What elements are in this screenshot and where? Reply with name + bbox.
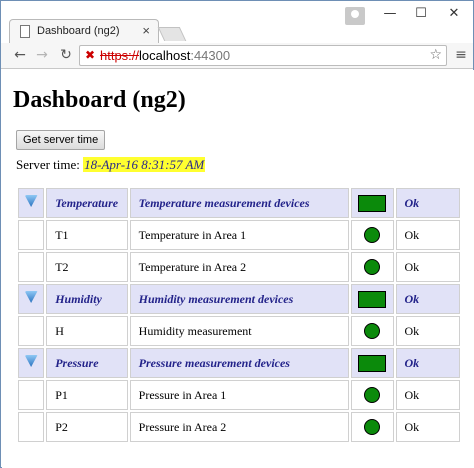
group-row-pressure: Pressure Pressure measurement devices Ok bbox=[18, 348, 460, 378]
group-status-indicator bbox=[351, 284, 394, 314]
tab-title: Dashboard (ng2) bbox=[37, 25, 120, 37]
device-status: Ok bbox=[395, 316, 460, 346]
new-tab-button[interactable] bbox=[157, 27, 187, 41]
status-rectangle bbox=[358, 354, 387, 372]
device-row: P2 Pressure in Area 2 Ok bbox=[18, 412, 460, 442]
tab-strip: Dashboard (ng2) × — ☐ ✕ bbox=[1, 1, 473, 43]
group-name: Temperature bbox=[46, 188, 128, 218]
group-row-humidity: Humidity Humidity measurement devices Ok bbox=[18, 284, 460, 314]
server-time-label: Server time: bbox=[16, 157, 80, 172]
browser-toolbar: ← → ↻ ✖ https://localhost:44300 ☆ ≡ bbox=[1, 43, 473, 69]
collapse-triangle-icon[interactable] bbox=[24, 195, 38, 207]
group-row-temperature: Temperature Temperature measurement devi… bbox=[18, 188, 460, 218]
device-status: Ok bbox=[395, 412, 460, 442]
device-status-indicator bbox=[351, 316, 394, 346]
collapse-triangle-icon[interactable] bbox=[24, 355, 38, 367]
device-id: P1 bbox=[46, 380, 128, 410]
device-status: Ok bbox=[395, 252, 460, 282]
url-host: localhost bbox=[139, 48, 191, 63]
url-port: :44300 bbox=[190, 48, 231, 63]
device-description: Pressure in Area 2 bbox=[129, 412, 350, 442]
device-description: Pressure in Area 1 bbox=[129, 380, 350, 410]
status-rectangle bbox=[358, 290, 387, 308]
server-time-value: 18-Apr-16 8:31:57 AM bbox=[83, 157, 206, 172]
group-description: Pressure measurement devices bbox=[129, 348, 350, 378]
device-id: H bbox=[46, 316, 128, 346]
group-status-indicator bbox=[351, 188, 394, 218]
toggle-cell[interactable] bbox=[18, 188, 45, 218]
device-description: Temperature in Area 1 bbox=[129, 220, 350, 250]
browser-tab[interactable]: Dashboard (ng2) × bbox=[9, 19, 159, 43]
reload-icon[interactable]: ↻ bbox=[57, 46, 75, 64]
insecure-lock-icon: ✖ bbox=[85, 48, 96, 62]
status-dot bbox=[364, 387, 381, 404]
status-dot bbox=[364, 419, 381, 436]
server-time: Server time: 18-Apr-16 8:31:57 AM bbox=[16, 157, 206, 173]
empty-cell bbox=[18, 220, 45, 250]
device-status-indicator bbox=[351, 380, 394, 410]
group-name: Pressure bbox=[46, 348, 128, 378]
browser-window: Dashboard (ng2) × — ☐ ✕ ← → ↻ ✖ https://… bbox=[0, 0, 474, 468]
device-status-indicator bbox=[351, 252, 394, 282]
device-id: T2 bbox=[46, 252, 128, 282]
group-status: Ok bbox=[395, 348, 460, 378]
group-status: Ok bbox=[395, 188, 460, 218]
empty-cell bbox=[18, 316, 45, 346]
group-name: Humidity bbox=[46, 284, 128, 314]
device-id: T1 bbox=[46, 220, 128, 250]
status-dot bbox=[364, 259, 381, 276]
group-description: Humidity measurement devices bbox=[129, 284, 350, 314]
menu-icon[interactable]: ≡ bbox=[453, 46, 469, 64]
toggle-cell[interactable] bbox=[18, 284, 45, 314]
profile-icon[interactable] bbox=[345, 7, 365, 25]
empty-cell bbox=[18, 252, 45, 282]
status-dot bbox=[364, 323, 381, 340]
forward-arrow-icon[interactable]: → bbox=[33, 46, 51, 64]
device-status-indicator bbox=[351, 412, 394, 442]
device-row: T2 Temperature in Area 2 Ok bbox=[18, 252, 460, 282]
device-row: P1 Pressure in Area 1 Ok bbox=[18, 380, 460, 410]
group-description: Temperature measurement devices bbox=[129, 188, 350, 218]
bookmark-star-icon[interactable]: ☆ bbox=[429, 46, 442, 65]
minimize-icon[interactable]: — bbox=[375, 1, 405, 29]
empty-cell bbox=[18, 380, 45, 410]
group-status-indicator bbox=[351, 348, 394, 378]
device-row: T1 Temperature in Area 1 Ok bbox=[18, 220, 460, 250]
toggle-cell[interactable] bbox=[18, 348, 45, 378]
status-rectangle bbox=[358, 194, 387, 212]
device-description: Temperature in Area 2 bbox=[129, 252, 350, 282]
device-status: Ok bbox=[395, 220, 460, 250]
status-dot bbox=[364, 227, 381, 244]
device-description: Humidity measurement bbox=[129, 316, 350, 346]
device-row: H Humidity measurement Ok bbox=[18, 316, 460, 346]
page-title: Dashboard (ng2) bbox=[13, 87, 186, 113]
back-arrow-icon[interactable]: ← bbox=[11, 46, 29, 64]
page-content: Dashboard (ng2) Get server time Server t… bbox=[2, 70, 474, 468]
collapse-triangle-icon[interactable] bbox=[24, 291, 38, 303]
url-scheme: https:// bbox=[100, 48, 140, 63]
close-window-icon[interactable]: ✕ bbox=[437, 1, 471, 29]
device-id: P2 bbox=[46, 412, 128, 442]
get-server-time-button[interactable]: Get server time bbox=[16, 130, 106, 150]
devices-table: Temperature Temperature measurement devi… bbox=[16, 186, 462, 444]
page-icon bbox=[20, 25, 30, 38]
empty-cell bbox=[18, 412, 45, 442]
close-tab-icon[interactable]: × bbox=[142, 23, 150, 38]
device-status-indicator bbox=[351, 220, 394, 250]
url-text: https://localhost:44300 bbox=[100, 46, 230, 65]
group-status: Ok bbox=[395, 284, 460, 314]
maximize-icon[interactable]: ☐ bbox=[406, 1, 436, 29]
address-bar[interactable]: ✖ https://localhost:44300 ☆ bbox=[79, 45, 447, 66]
device-status: Ok bbox=[395, 380, 460, 410]
